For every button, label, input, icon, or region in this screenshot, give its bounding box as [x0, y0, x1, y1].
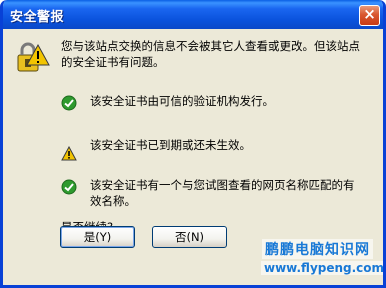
warning-icon: [61, 146, 77, 161]
watermark-url: www.flypeng.com: [261, 261, 383, 275]
intro-message: 您与该站点交换的信息不会被其它人查看或更改。但该站点的安全证书有问题。: [61, 39, 360, 69]
check-icon: [61, 179, 77, 195]
yes-button[interactable]: 是(Y): [60, 226, 135, 248]
check-icon: [61, 95, 77, 111]
cert-expiry-status: 该安全证书已到期或还未生效。: [90, 138, 251, 152]
no-button[interactable]: 否(N): [152, 226, 227, 248]
window-title: 安全警报: [10, 10, 65, 25]
cert-issuer-status: 该安全证书由可信的验证机构发行。: [90, 94, 274, 108]
lock-warning-icon: [17, 42, 50, 72]
close-button[interactable]: ×: [359, 5, 380, 26]
security-alert-dialog: 安全警报 × 您与该站点交换的信息不会被其它人查看或更改。但该站点的安全证书有问…: [0, 0, 386, 288]
title-bar[interactable]: 安全警报 ×: [3, 0, 383, 29]
cert-name-status: 该安全证书有一个与您试图查看的网页名称匹配的有效名称。: [90, 178, 355, 208]
watermark-title: 鹏鹏电脑知识网: [262, 239, 373, 259]
close-icon: ×: [363, 5, 376, 23]
